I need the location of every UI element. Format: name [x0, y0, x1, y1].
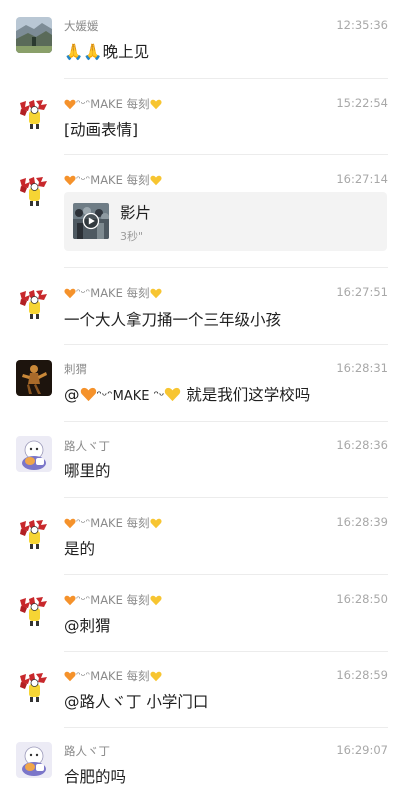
sender-name: ᵔᵕᵔMAKE 每刻 — [64, 668, 162, 684]
sender-name-make: ᵔᵕᵔMAKE — [76, 669, 123, 683]
message-item[interactable]: ᵔᵕᵔMAKE 每刻 16:28:50 @刺猬 — [0, 575, 404, 652]
message-text: 合肥的吗 — [64, 768, 127, 786]
video-card[interactable]: 影片 3秒" — [64, 192, 387, 251]
avatar[interactable] — [16, 360, 52, 396]
avatar[interactable] — [16, 668, 52, 704]
message-time: 16:29:07 — [336, 743, 388, 757]
sender-name: 刺猬 — [64, 362, 87, 376]
orange-heart-icon — [64, 175, 76, 186]
avatar[interactable] — [16, 515, 52, 551]
orange-heart-icon — [64, 595, 76, 606]
message-item[interactable]: 大媛媛 12:35:36 🙏🙏晚上见 — [0, 0, 404, 79]
message-time: 16:28:50 — [336, 592, 388, 606]
sender-name: 大媛媛 — [64, 19, 99, 33]
sender-name-suffix: 每刻 — [126, 516, 150, 530]
yellow-heart-icon — [150, 99, 162, 110]
orange-heart-icon — [64, 288, 76, 299]
mention-at: @ — [64, 386, 80, 404]
yellow-heart-icon — [150, 595, 162, 606]
orange-heart-icon — [80, 387, 97, 402]
message-body: 就是我们这学校吗 — [181, 386, 311, 404]
sender-name: ᵔᵕᵔMAKE 每刻 — [64, 172, 162, 188]
message-time: 16:28:39 — [336, 515, 388, 529]
sender-name: ᵔᵕᵔMAKE 每刻 — [64, 96, 162, 112]
yellow-heart-icon — [150, 288, 162, 299]
sender-name: ᵔᵕᵔMAKE 每刻 — [64, 515, 162, 531]
sender-name: 路人ヾ丁 — [64, 439, 110, 453]
yellow-heart-icon — [150, 518, 162, 529]
message-time: 16:28:59 — [336, 668, 388, 682]
avatar[interactable] — [16, 95, 52, 131]
chat-message-list: 大媛媛 12:35:36 🙏🙏晚上见 ᵔᵕᵔMAKE 每刻 15:22:54 [… — [0, 0, 404, 800]
avatar[interactable] — [16, 17, 52, 53]
message-item[interactable]: ᵔᵕᵔMAKE 每刻 16:27:51 一个大人拿刀捅一个三年级小孩 — [0, 268, 404, 345]
message-time: 15:22:54 — [336, 96, 388, 110]
sender-name-make: ᵔᵕᵔMAKE — [76, 286, 123, 300]
message-item[interactable]: 刺猬 16:28:31 @ ᵔᵕᵔMAKE ᵔᵕ 就是我们这学校吗 — [0, 345, 404, 422]
message-text: @ ᵔᵕᵔMAKE ᵔᵕ 就是我们这学校吗 — [64, 383, 310, 405]
message-time: 16:27:14 — [336, 172, 388, 186]
message-time: 16:27:51 — [336, 285, 388, 299]
orange-heart-icon — [64, 99, 76, 110]
video-duration: 3秒" — [120, 230, 144, 243]
sender-name: ᵔᵕᵔMAKE 每刻 — [64, 592, 162, 608]
message-text: 是的 — [64, 540, 96, 558]
avatar[interactable] — [16, 436, 52, 472]
sender-name-make: ᵔᵕᵔMAKE — [76, 173, 123, 187]
avatar[interactable] — [16, 592, 52, 628]
sender-name: ᵔᵕᵔMAKE 每刻 — [64, 285, 162, 301]
avatar[interactable] — [16, 742, 52, 778]
sender-name-suffix: 每刻 — [126, 97, 150, 111]
message-text: @路人ヾ丁 小学门口 — [64, 693, 209, 711]
sender-name-make: ᵔᵕᵔMAKE — [76, 516, 123, 530]
message-item[interactable]: ᵔᵕᵔMAKE 每刻 16:27:14 影片 3秒" — [0, 155, 404, 268]
mention-name: ᵔᵕᵔMAKE ᵔᵕ — [96, 389, 165, 404]
yellow-heart-icon — [150, 175, 162, 186]
message-time: 12:35:36 — [336, 18, 388, 32]
sender-name: 路人ヾ丁 — [64, 744, 110, 758]
message-text: 哪里的 — [64, 462, 111, 480]
message-item[interactable]: 路人ヾ丁 16:28:36 哪里的 — [0, 422, 404, 498]
sender-name-suffix: 每刻 — [126, 286, 150, 300]
message-item[interactable]: ᵔᵕᵔMAKE 每刻 16:28:39 是的 — [0, 498, 404, 575]
message-time: 16:28:36 — [336, 438, 388, 452]
sender-name-make: ᵔᵕᵔMAKE — [76, 97, 123, 111]
message-text: 一个大人拿刀捅一个三年级小孩 — [64, 311, 282, 329]
sender-name-make: ᵔᵕᵔMAKE — [76, 593, 123, 607]
message-text: 🙏🙏晚上见 — [64, 43, 150, 61]
video-thumbnail[interactable] — [73, 203, 109, 239]
video-title: 影片 — [120, 204, 152, 222]
avatar[interactable] — [16, 172, 52, 208]
yellow-heart-icon — [164, 387, 181, 402]
sender-name-suffix: 每刻 — [126, 173, 150, 187]
message-item[interactable]: ᵔᵕᵔMAKE 每刻 15:22:54 [动画表情] — [0, 79, 404, 155]
message-time: 16:28:31 — [336, 361, 388, 375]
sender-name-suffix: 每刻 — [126, 593, 150, 607]
message-text: [动画表情] — [64, 121, 139, 139]
orange-heart-icon — [64, 518, 76, 529]
message-item[interactable]: ᵔᵕᵔMAKE 每刻 16:28:59 @路人ヾ丁 小学门口 — [0, 652, 404, 728]
yellow-heart-icon — [150, 671, 162, 682]
orange-heart-icon — [64, 671, 76, 682]
message-item[interactable]: 路人ヾ丁 16:29:07 合肥的吗 — [0, 728, 404, 800]
message-text: @刺猬 — [64, 617, 111, 635]
sender-name-suffix: 每刻 — [126, 669, 150, 683]
avatar[interactable] — [16, 285, 52, 321]
